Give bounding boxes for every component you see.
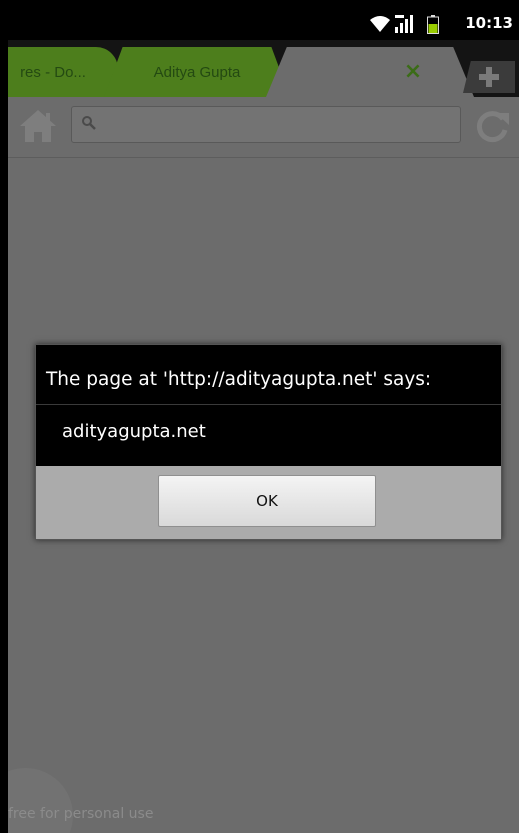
search-icon (81, 115, 97, 135)
ok-button[interactable]: OK (158, 475, 376, 527)
browser-screen: 10:13 res - Do... Aditya Gupta × The pag… (8, 8, 519, 833)
tab-1-title: res - Do... (20, 63, 86, 81)
wifi-icon (369, 15, 391, 37)
alert-dialog: The page at 'http://adityagupta.net' say… (35, 344, 502, 540)
url-input[interactable] (102, 113, 446, 139)
plus-icon (479, 67, 499, 87)
close-tab-icon[interactable]: × (401, 59, 425, 84)
reload-icon[interactable] (472, 107, 512, 149)
url-field[interactable] (71, 106, 461, 143)
tab-active[interactable] (266, 47, 474, 97)
tab-2-title: Aditya Gupta (153, 63, 241, 81)
dialog-message: adityagupta.net (62, 421, 206, 442)
tab-2[interactable]: Aditya Gupta (104, 47, 290, 97)
watermark-text: free for personal use (8, 806, 154, 822)
signal-icon (395, 15, 421, 37)
new-tab-button[interactable] (463, 61, 515, 93)
tab-1[interactable]: res - Do... (8, 47, 118, 97)
url-bar (8, 97, 519, 158)
dialog-title: The page at 'http://adityagupta.net' say… (46, 369, 432, 390)
dialog-divider (36, 404, 501, 405)
tab-strip: res - Do... Aditya Gupta × (8, 40, 519, 97)
dialog-button-bar: OK (36, 466, 501, 539)
status-clock: 10:13 (465, 14, 513, 32)
home-icon[interactable] (18, 107, 58, 149)
status-bar: 10:13 (8, 8, 519, 40)
battery-icon (427, 15, 439, 38)
